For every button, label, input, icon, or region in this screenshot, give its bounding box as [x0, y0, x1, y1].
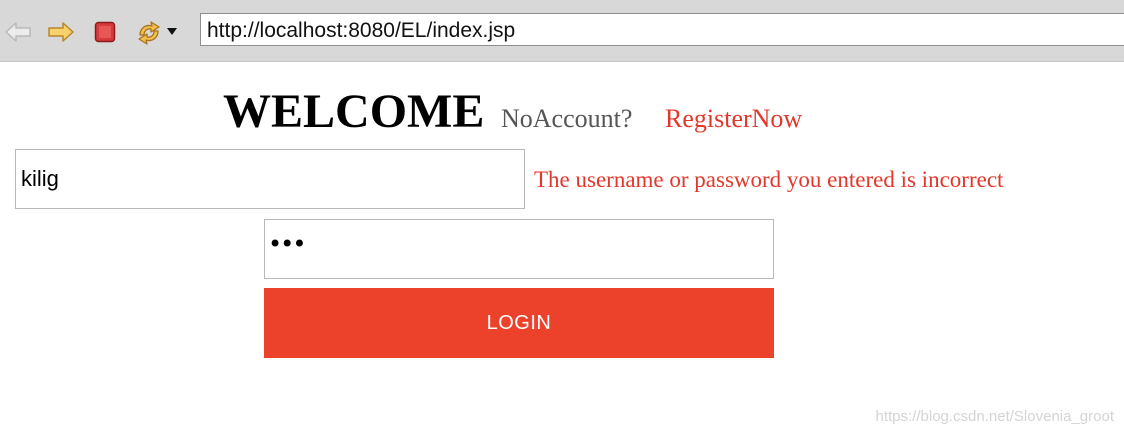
refresh-button[interactable] — [134, 18, 164, 46]
username-input[interactable] — [15, 149, 525, 209]
stop-button[interactable] — [90, 18, 120, 46]
register-now-link[interactable]: RegisterNow — [665, 104, 802, 134]
address-bar[interactable]: http://localhost:8080/EL/index.jsp — [200, 13, 1124, 46]
back-button[interactable] — [3, 18, 33, 46]
watermark: https://blog.csdn.net/Slovenia_groot — [875, 408, 1115, 425]
password-input[interactable] — [264, 219, 774, 279]
stop-icon — [94, 21, 116, 43]
login-error-message: The username or password you entered is … — [534, 167, 1004, 192]
welcome-heading: WELCOME — [223, 85, 485, 138]
login-button[interactable]: LOGIN — [264, 288, 774, 358]
back-arrow-icon — [5, 22, 31, 42]
forward-arrow-icon — [48, 22, 74, 42]
caret-down-icon — [167, 28, 177, 35]
no-account-text: NoAccount? — [501, 104, 633, 133]
forward-button[interactable] — [46, 18, 76, 46]
refresh-dropdown-button[interactable] — [164, 18, 180, 46]
refresh-icon — [138, 21, 160, 45]
browser-toolbar: http://localhost:8080/EL/index.jsp — [0, 0, 1124, 62]
